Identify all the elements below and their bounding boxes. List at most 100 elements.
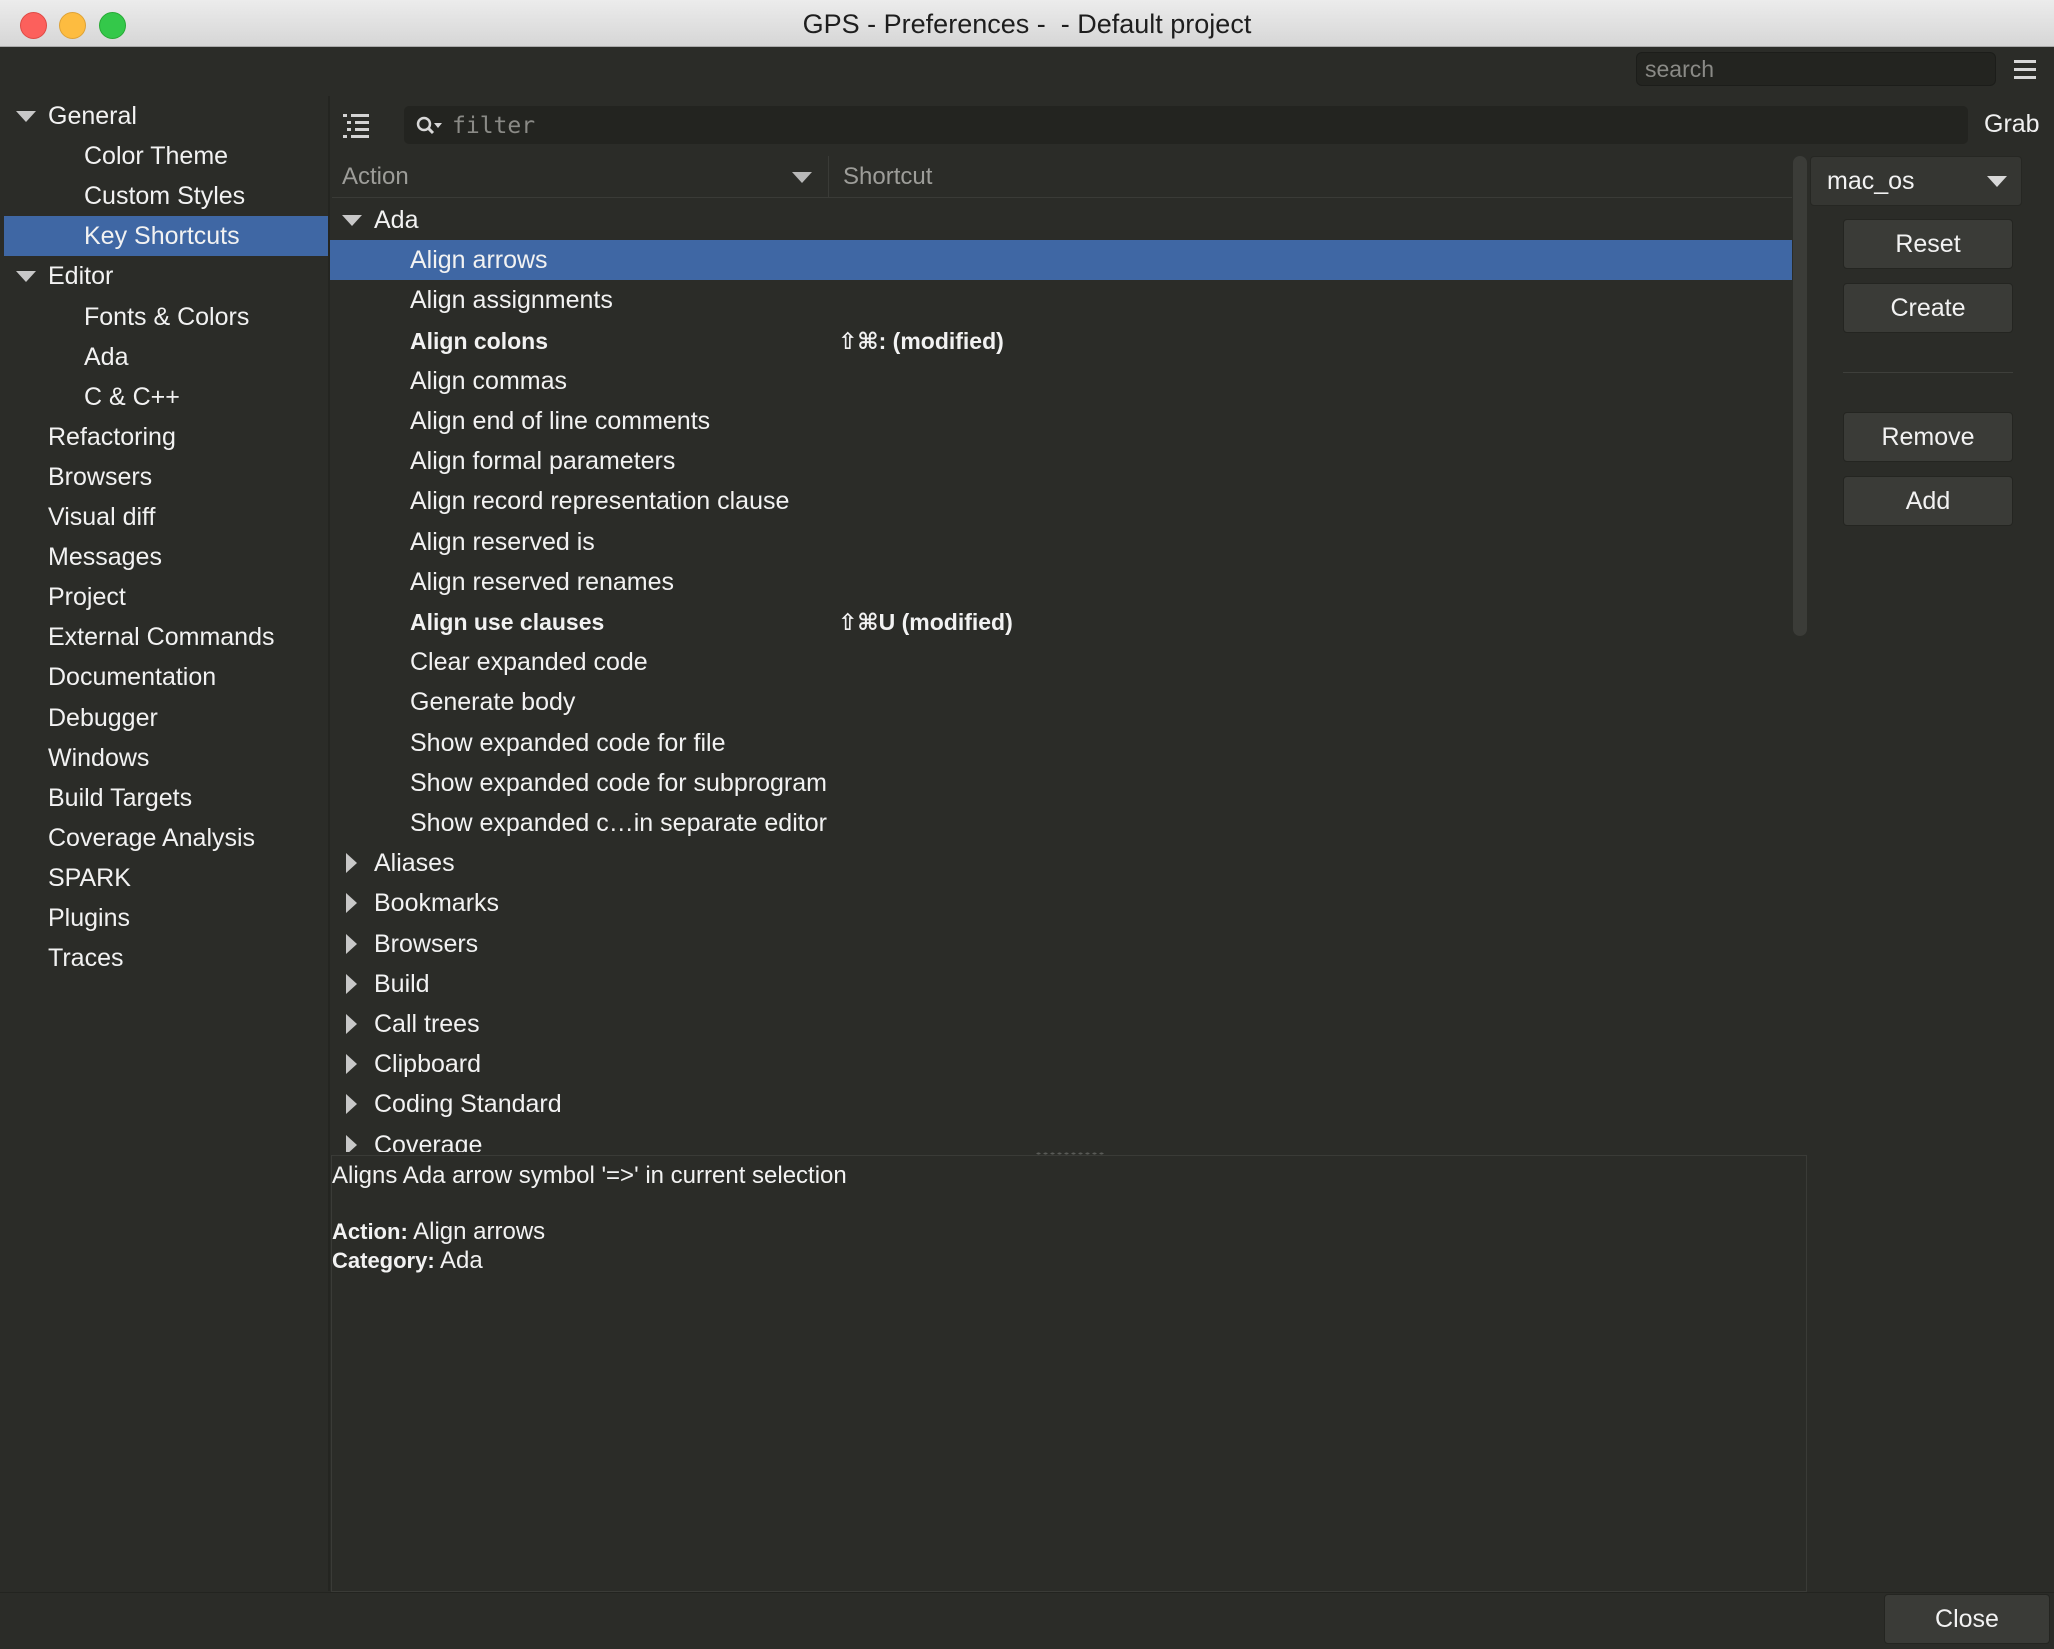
expander-right-icon[interactable] [346, 973, 357, 994]
sidebar-item[interactable]: SPARK [4, 858, 328, 898]
expander-down-icon[interactable] [16, 111, 36, 122]
category-row[interactable]: Bookmarks [330, 883, 1792, 923]
grab-button[interactable]: Grab [1984, 110, 2040, 139]
shortcut-row[interactable]: Show expanded code for subprogram [330, 763, 1792, 803]
tree-scrollbar[interactable] [1793, 156, 1807, 636]
shortcut-column-label: Shortcut [843, 163, 933, 190]
sidebar-item-label: Color Theme [84, 142, 229, 171]
sidebar-item[interactable]: Key Shortcuts [4, 216, 328, 257]
reset-button[interactable]: Reset [1843, 219, 2013, 269]
sidebar-item[interactable]: Refactoring [4, 417, 328, 457]
action-column-header[interactable]: Action [332, 156, 828, 198]
sidebar-item[interactable]: Visual diff [4, 497, 328, 537]
expander-down-icon[interactable] [342, 215, 362, 226]
sidebar-item[interactable]: Editor [4, 256, 328, 296]
row-label: Coding Standard [374, 1090, 562, 1119]
sidebar-item[interactable]: Project [4, 577, 328, 617]
sidebar-item[interactable]: Color Theme [4, 136, 328, 176]
category-row[interactable]: Coding Standard [330, 1084, 1792, 1124]
category-row[interactable]: Call trees [330, 1004, 1792, 1044]
expander-right-icon[interactable] [346, 853, 357, 874]
row-label: Browsers [374, 929, 479, 958]
expander-right-icon[interactable] [346, 1134, 357, 1152]
sidebar-item-label: Project [48, 583, 126, 612]
row-label: Clipboard [374, 1050, 482, 1079]
category-row[interactable]: Build [330, 964, 1792, 1004]
shortcut-row[interactable]: Show expanded c…in separate editor [330, 803, 1792, 843]
category-row[interactable]: Ada [330, 200, 1792, 240]
expander-right-icon[interactable] [346, 1094, 357, 1115]
sidebar-item[interactable]: Custom Styles [4, 176, 328, 216]
sidebar-item[interactable]: Browsers [4, 457, 328, 497]
sidebar-item[interactable]: Plugins [4, 898, 328, 938]
row-label: Align colons [410, 327, 548, 354]
shortcut-row[interactable]: Align record representation clause [330, 481, 1792, 521]
expander-right-icon[interactable] [346, 933, 357, 954]
sidebar-item[interactable]: Fonts & Colors [4, 297, 328, 337]
shortcut-row[interactable]: Align formal parameters [330, 441, 1792, 481]
sidebar-item[interactable]: Coverage Analysis [4, 818, 328, 858]
sidebar-item[interactable]: General [4, 96, 328, 136]
sidebar-item-label: Visual diff [48, 503, 156, 531]
sidebar-item[interactable]: External Commands [4, 617, 328, 657]
shortcut-row[interactable]: Align arrows [330, 240, 1792, 281]
category-row[interactable]: Aliases [330, 843, 1792, 883]
row-label: Align end of line comments [410, 407, 711, 435]
row-label: Show expanded code for file [410, 728, 726, 757]
add-button[interactable]: Add [1843, 476, 2013, 526]
shortcut-row[interactable]: Align assignments [330, 280, 1792, 320]
expander-right-icon[interactable] [346, 1014, 357, 1034]
shortcut-row[interactable]: Show expanded code for file [330, 723, 1792, 763]
sidebar-item-label: Traces [48, 944, 124, 973]
shortcut-column-header[interactable]: Shortcut [828, 156, 1792, 198]
sidebar-item[interactable]: Ada [4, 337, 328, 377]
description-action: Action: Align arrows [332, 1218, 545, 1246]
row-label: Align formal parameters [410, 447, 676, 476]
remove-button[interactable]: Remove [1843, 412, 2013, 462]
chevron-down-icon [1987, 176, 2007, 187]
create-button[interactable]: Create [1843, 283, 2013, 333]
close-button[interactable]: Close [1884, 1594, 2050, 1644]
sidebar-item[interactable]: C & C++ [4, 377, 328, 417]
sidebar-item-label: Coverage Analysis [48, 823, 256, 852]
shortcut-row[interactable]: Clear expanded code [330, 642, 1792, 682]
expander-right-icon[interactable] [346, 893, 357, 914]
tree-view-icon[interactable] [343, 112, 369, 138]
menu-icon[interactable] [2014, 60, 2036, 80]
row-shortcut: ⇧⌘U (modified) [838, 609, 1013, 635]
sidebar-item[interactable]: Traces [4, 938, 328, 978]
shortcut-row[interactable]: Generate body [330, 682, 1792, 722]
shortcut-row[interactable]: Align reserved is [330, 522, 1792, 562]
sidebar-item[interactable]: Debugger [4, 698, 328, 738]
shortcut-row[interactable]: Align reserved renames [330, 562, 1792, 602]
sidebar-item-label: Debugger [48, 703, 158, 732]
category-row[interactable]: Clipboard [330, 1044, 1792, 1084]
shortcut-row[interactable]: Align commas [330, 361, 1792, 401]
shortcut-row[interactable]: Align use clauses ⇧⌘U (modified) [330, 602, 1792, 642]
sidebar-item-label: Refactoring [48, 422, 176, 451]
shortcut-row[interactable]: Align colons ⇧⌘: (modified) [330, 321, 1792, 361]
expander-right-icon[interactable] [346, 1054, 357, 1075]
category-row[interactable]: Browsers [330, 924, 1792, 964]
preferences-search-input[interactable] [1636, 52, 1996, 86]
search-icon[interactable] [416, 115, 442, 137]
action-value: Align arrows [407, 1218, 546, 1245]
sidebar-item[interactable]: Build Targets [4, 778, 328, 818]
sidebar-item[interactable]: Windows [4, 738, 328, 778]
shortcut-row[interactable]: Align end of line comments [330, 401, 1792, 441]
row-label: Align use clauses [410, 609, 605, 635]
row-label: Align reserved renames [410, 567, 675, 596]
shortcuts-tree: Ada Align arrows Align assignments Align co… [330, 200, 1792, 1152]
filter-input[interactable] [450, 106, 1954, 146]
expander-down-icon[interactable] [16, 271, 36, 283]
sidebar-item[interactable]: Documentation [4, 657, 328, 697]
category-row[interactable]: Coverage [330, 1125, 1792, 1152]
key-theme-select[interactable]: mac_os [1810, 156, 2022, 206]
row-label: Align record representation clause [410, 487, 790, 516]
description-category: Category: Ada [332, 1247, 483, 1275]
row-label: Ada [374, 206, 419, 234]
panel-separator [1843, 372, 2013, 373]
sidebar-item[interactable]: Messages [4, 537, 328, 577]
sidebar-item-label: External Commands [48, 623, 275, 652]
row-label: Align arrows [410, 246, 548, 275]
